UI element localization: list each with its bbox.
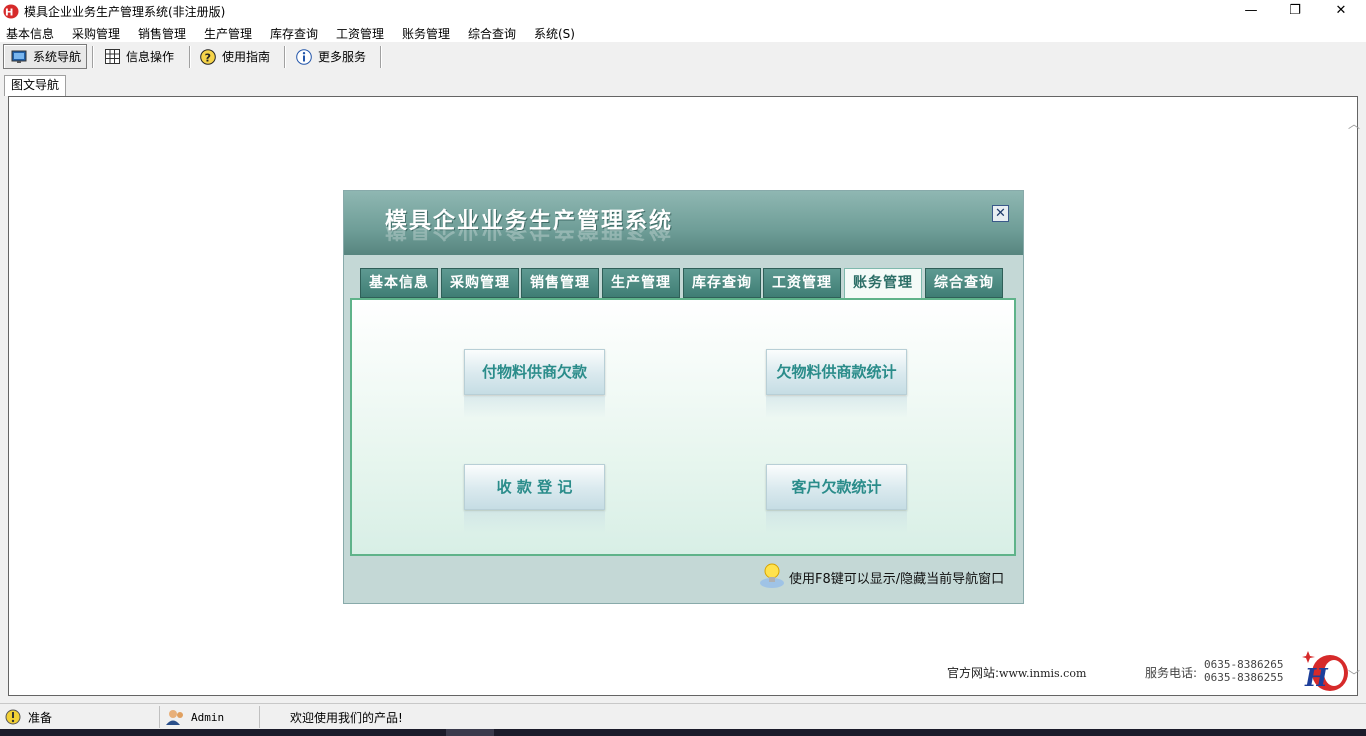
pay-supplier-debt-button[interactable]: 付物料供商欠款 xyxy=(464,349,605,395)
menu-system[interactable]: 系统(S) xyxy=(534,25,575,42)
dialog-panel: 付物料供商欠款 欠物料供商款统计 收 款 登 记 客户欠款统计 xyxy=(350,298,1016,556)
dialog-tab-purchase[interactable]: 采购管理 xyxy=(441,268,519,298)
restore-button[interactable]: ❐ xyxy=(1272,0,1318,23)
company-logo-icon: H xyxy=(1302,651,1348,692)
menu-bar: 基本信息 采购管理 销售管理 生产管理 库存查询 工资管理 账务管理 综合查询 … xyxy=(0,23,1366,42)
info-icon xyxy=(296,48,312,65)
menu-query[interactable]: 综合查询 xyxy=(468,25,516,42)
toolbar-more-services-label: 更多服务 xyxy=(318,50,367,64)
dialog-tab-production[interactable]: 生产管理 xyxy=(602,268,680,298)
toolbar-separator xyxy=(92,46,93,68)
status-state-cell: 准备 xyxy=(0,706,160,728)
status-state: 准备 xyxy=(28,710,53,725)
status-message-cell: 欢迎使用我们的产品! xyxy=(260,706,1366,728)
grid-icon xyxy=(104,49,120,65)
official-site: 官方网站:www.inmis.com xyxy=(947,664,1086,681)
dialog-close-button[interactable]: ✕ xyxy=(992,205,1009,222)
dialog-tab-basic-info[interactable]: 基本信息 xyxy=(360,268,438,298)
dialog-tab-salary[interactable]: 工资管理 xyxy=(763,268,841,298)
close-button[interactable]: ✕ xyxy=(1318,0,1364,23)
dialog-tab-query[interactable]: 综合查询 xyxy=(925,268,1003,298)
minimize-button[interactable]: — xyxy=(1228,0,1274,23)
dialog-header: 模具企业业务生产管理系统 模具企业业务生产管理系统 ✕ xyxy=(344,191,1023,255)
official-site-label: 官方网站: xyxy=(947,666,1000,680)
menu-inventory[interactable]: 库存查询 xyxy=(270,25,318,42)
customer-debt-stats-button[interactable]: 客户欠款统计 xyxy=(766,464,907,510)
lightbulb-icon xyxy=(760,563,784,588)
toolbar-system-nav-label: 系统导航 xyxy=(33,50,82,64)
taskbar-app-button[interactable] xyxy=(446,729,494,736)
status-message: 欢迎使用我们的产品! xyxy=(290,710,403,725)
svg-text:H: H xyxy=(5,8,13,19)
navigation-dialog: 模具企业业务生产管理系统 模具企业业务生产管理系统 ✕ 基本信息 采购管理 销售… xyxy=(343,190,1024,604)
document-tab-strip: 图文导航 xyxy=(0,70,1366,96)
toolbar-info-ops-button[interactable]: 信息操作 xyxy=(104,44,184,69)
user-avatar-icon xyxy=(166,710,183,725)
menu-accounts[interactable]: 账务管理 xyxy=(402,25,450,42)
svg-text:?: ? xyxy=(205,51,211,64)
official-site-url[interactable]: www.inmis.com xyxy=(999,667,1086,680)
toolbar-system-nav-button[interactable]: 系统导航 xyxy=(3,44,87,69)
service-phone-label: 服务电话: xyxy=(1145,666,1198,680)
toolbar-guide-label: 使用指南 xyxy=(222,50,271,64)
status-user-cell: Admin xyxy=(160,706,260,728)
svg-text:H: H xyxy=(1304,663,1329,692)
button-reflection xyxy=(464,511,605,533)
status-bar: 准备 Admin 欢迎使用我们的产品! xyxy=(0,703,1366,729)
service-phone-1: 0635-8386265 xyxy=(1204,658,1284,671)
menu-sales[interactable]: 销售管理 xyxy=(138,25,186,42)
dialog-title-reflection: 模具企业业务生产管理系统 xyxy=(385,227,674,241)
toolbar-separator xyxy=(380,46,381,68)
status-user: Admin xyxy=(191,710,225,724)
taskbar xyxy=(0,729,1366,736)
supplier-debt-stats-button[interactable]: 欠物料供商款统计 xyxy=(766,349,907,395)
menu-production[interactable]: 生产管理 xyxy=(204,25,252,42)
button-reflection xyxy=(766,396,907,418)
menu-basic-info[interactable]: 基本信息 xyxy=(6,25,54,42)
toolbar-more-services-button[interactable]: 更多服务 xyxy=(296,44,376,69)
menu-salary[interactable]: 工资管理 xyxy=(336,25,384,42)
toolbar-separator xyxy=(284,46,285,68)
app-logo-icon: H xyxy=(3,4,19,19)
title-bar: H 模具企业业务生产管理系统(非注册版) — ❐ ✕ xyxy=(0,0,1366,23)
button-reflection xyxy=(464,396,605,418)
tab-graphic-nav[interactable]: 图文导航 xyxy=(4,75,66,96)
f8-hint: 使用F8键可以显示/隐藏当前导航窗口 xyxy=(789,572,1005,587)
toolbar-info-ops-label: 信息操作 xyxy=(126,50,175,64)
receipt-register-button[interactable]: 收 款 登 记 xyxy=(464,464,605,510)
toolbar: 系统导航 信息操作 ? 使用指南 更多服务 xyxy=(0,42,1366,70)
dialog-tab-accounts[interactable]: 账务管理 xyxy=(844,268,922,299)
monitor-icon xyxy=(11,49,27,65)
scroll-up-icon[interactable]: ︿ xyxy=(1347,115,1361,131)
dialog-tab-sales[interactable]: 销售管理 xyxy=(521,268,599,298)
toolbar-guide-button[interactable]: ? 使用指南 xyxy=(200,44,280,69)
status-icon xyxy=(5,709,21,725)
service-phone-2: 0635-8386255 xyxy=(1204,671,1284,684)
menu-purchase[interactable]: 采购管理 xyxy=(72,25,120,42)
window-title: 模具企业业务生产管理系统(非注册版) xyxy=(24,5,226,19)
toolbar-separator xyxy=(189,46,190,68)
button-reflection xyxy=(766,511,907,533)
dialog-tab-inventory[interactable]: 库存查询 xyxy=(683,268,761,298)
help-icon: ? xyxy=(200,48,216,65)
